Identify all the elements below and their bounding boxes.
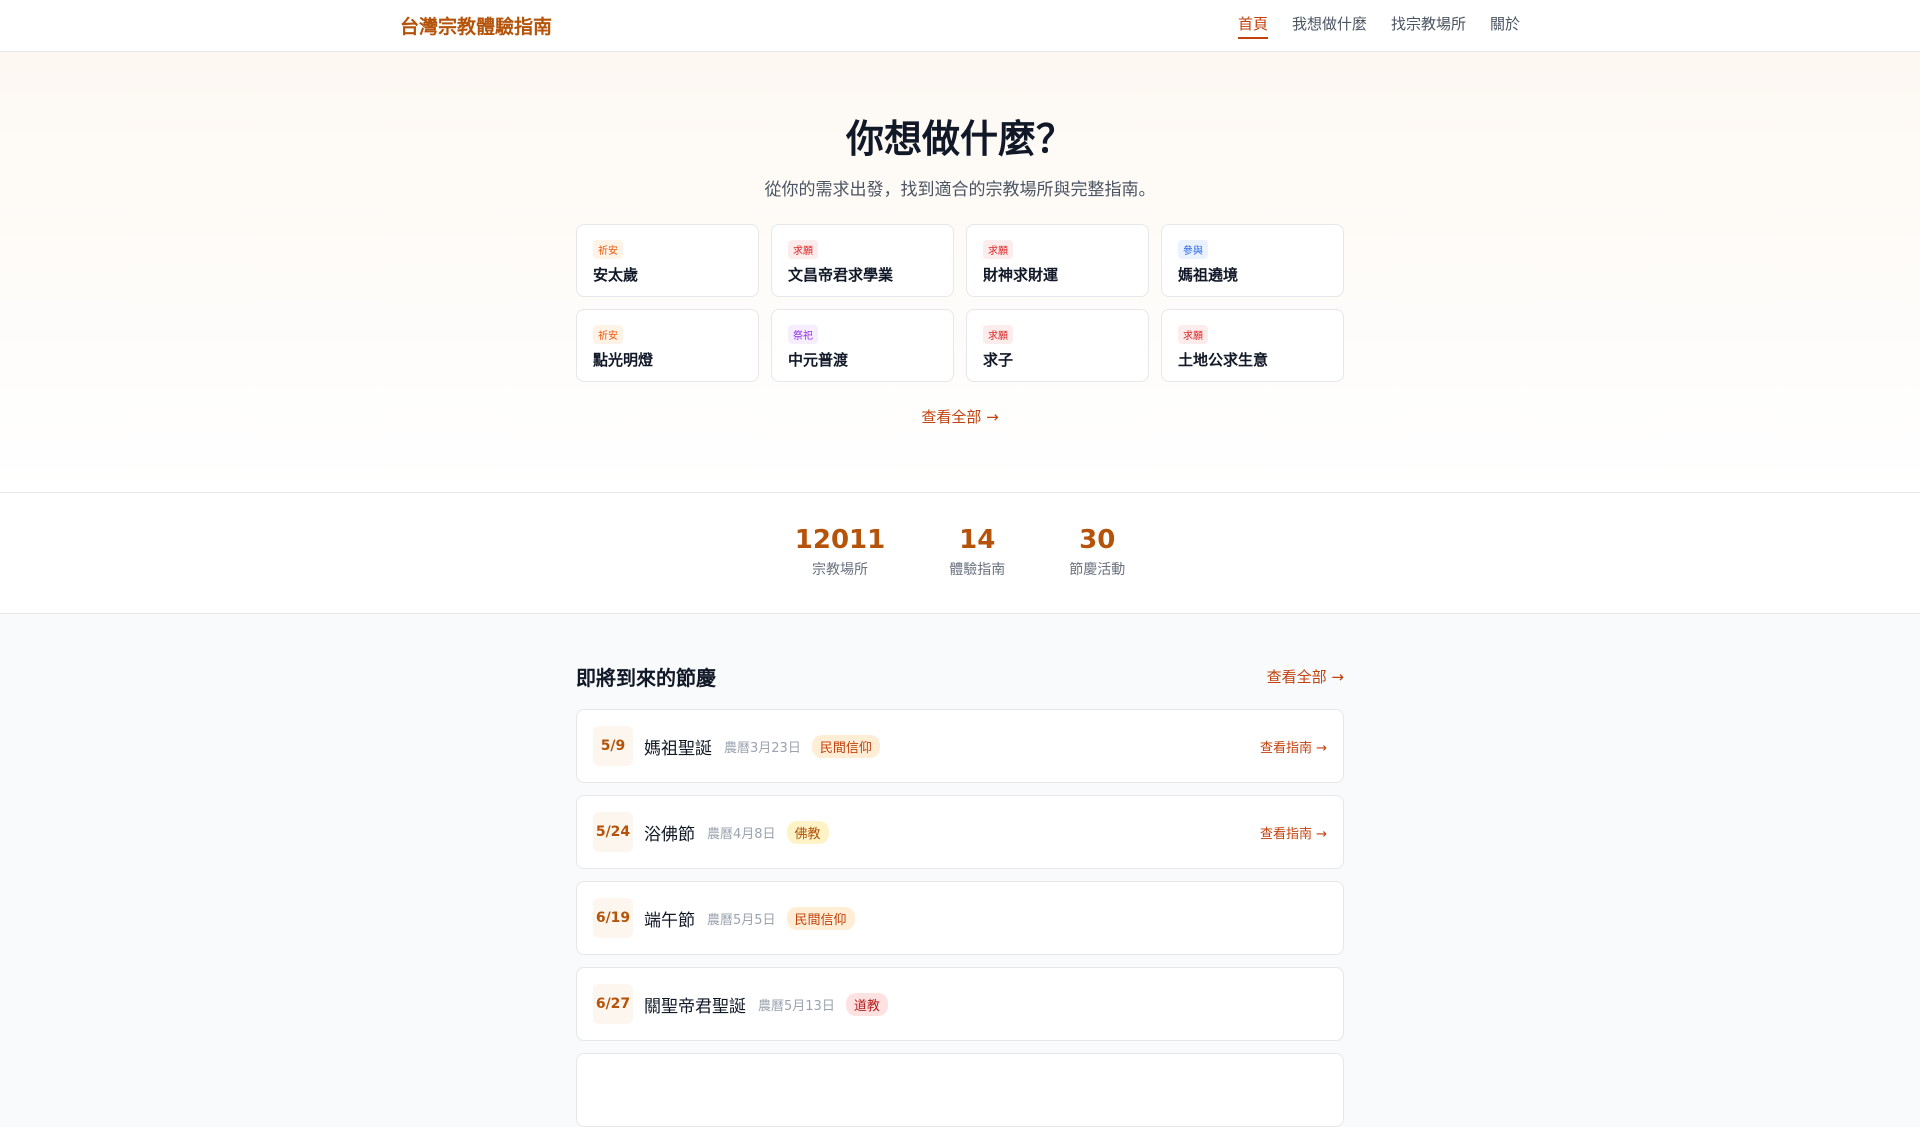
activity-title: 求子 [983, 351, 1014, 369]
activity-card[interactable]: 求願 文昌帝君求學業 [771, 224, 954, 297]
activity-tag: 祈安 [593, 240, 623, 259]
festival-date: 6/27 [593, 984, 633, 1024]
view-guide-link[interactable]: 查看指南 → [1260, 737, 1327, 756]
activity-tag: 求願 [788, 240, 818, 259]
activity-card[interactable]: 求願 求子 [966, 309, 1149, 382]
stat-label: 節慶活動 [1069, 562, 1126, 578]
activity-card[interactable]: 求願 財神求財運 [966, 224, 1149, 297]
page-subtitle: 從你的需求出發，找到適合的宗教場所與完整指南。 [764, 180, 1156, 200]
nav-about[interactable]: 關於 [1490, 13, 1520, 39]
stat-value: 12011 [794, 525, 886, 555]
festival-item[interactable]: 5/9 媽祖聖誕 農曆3月23日 民間信仰 查看指南 → [576, 709, 1344, 783]
stat-label: 體驗指南 [949, 562, 1006, 578]
activity-tag: 求願 [1178, 325, 1208, 344]
festival-name: 媽祖聖誕 [644, 738, 712, 759]
site-logo[interactable]: 台灣宗教體驗指南 [400, 12, 552, 39]
activity-tag: 參與 [1178, 240, 1208, 259]
activity-title: 文昌帝君求學業 [788, 266, 894, 284]
stat-item: 12011 宗教場所 [795, 525, 885, 613]
stat-value: 30 [1079, 525, 1116, 555]
festival-item[interactable]: 6/19 端午節 農曆5月5日 民間信仰 [576, 881, 1344, 955]
festival-item[interactable] [576, 1053, 1344, 1127]
festivals-section: 即將到來的節慶 查看全部 → 5/9 媽祖聖誕 農曆3月23日 民間信仰 查看指南 → 5… [576, 614, 1344, 1127]
activity-title: 財神求財運 [983, 266, 1059, 284]
stat-item: 30 節慶活動 [1069, 525, 1125, 613]
lunar-date: 農曆4月8日 [707, 826, 776, 842]
main-nav: 首頁 我想做什麼 找宗教場所 關於 [1237, 13, 1520, 39]
view-all-festivals-link[interactable]: 查看全部 → [1267, 666, 1344, 687]
stat-item: 14 體驗指南 [949, 525, 1005, 613]
religion-badge: 道教 [845, 992, 888, 1016]
festival-item[interactable]: 5/24 浴佛節 農曆4月8日 佛教 查看指南 → [576, 795, 1344, 869]
religion-badge: 民間信仰 [786, 906, 855, 930]
activity-title: 點光明燈 [593, 351, 654, 369]
activity-tag: 祭祀 [788, 325, 818, 344]
stats-section: 12011 宗教場所 14 體驗指南 30 節慶活動 [0, 493, 1920, 614]
festivals-heading: 即將到來的節慶 [576, 666, 716, 690]
activity-card[interactable]: 求願 土地公求生意 [1161, 309, 1344, 382]
lunar-date: 農曆3月23日 [724, 740, 801, 756]
nav-home[interactable]: 首頁 [1237, 13, 1268, 39]
festival-name: 浴佛節 [644, 824, 695, 845]
activity-tag: 求願 [983, 325, 1013, 344]
lunar-date: 農曆5月13日 [758, 998, 835, 1014]
festival-name: 端午節 [644, 910, 695, 931]
festival-item[interactable]: 6/27 關聖帝君聖誕 農曆5月13日 道教 [576, 967, 1344, 1041]
religion-badge: 民間信仰 [811, 734, 880, 758]
hero-section: 你想做什麼？ 從你的需求出發，找到適合的宗教場所與完整指南。 祈安 安太歲 求願 文昌… [0, 52, 1920, 493]
activity-card[interactable]: 祈安 安太歲 [576, 224, 759, 297]
religion-badge: 佛教 [786, 820, 829, 844]
activity-card[interactable]: 祭祀 中元普渡 [771, 309, 954, 382]
stat-value: 14 [959, 525, 996, 555]
activity-card[interactable]: 祈安 點光明燈 [576, 309, 759, 382]
view-all-activities-link[interactable]: 查看全部 → [921, 406, 998, 427]
stat-label: 宗教場所 [812, 562, 868, 578]
page-title: 你想做什麼？ [845, 117, 1074, 161]
view-guide-link[interactable]: 查看指南 → [1260, 823, 1327, 842]
festival-name: 關聖帝君聖誕 [644, 996, 746, 1017]
activity-title: 中元普渡 [788, 351, 849, 369]
festival-date: 5/24 [593, 812, 633, 852]
activity-title: 土地公求生意 [1178, 351, 1269, 369]
lunar-date: 農曆5月5日 [707, 912, 776, 928]
activity-grid: 祈安 安太歲 求願 文昌帝君求學業 求願 財神求財運 參與 媽祖遶境 祈安 點光明燈 祭祀 中元普渡求… [576, 224, 1344, 382]
activity-tag: 祈安 [593, 325, 623, 344]
festival-list: 5/9 媽祖聖誕 農曆3月23日 民間信仰 查看指南 → 5/24 浴佛節 農曆4月8日 佛教查… [576, 709, 1344, 1127]
festival-date: 6/19 [593, 898, 633, 938]
activity-title: 媽祖遶境 [1178, 266, 1239, 284]
activity-title: 安太歲 [593, 266, 639, 284]
header: 台灣宗教體驗指南 首頁 我想做什麼 找宗教場所 關於 [0, 0, 1920, 52]
activity-tag: 求願 [983, 240, 1013, 259]
nav-what-to-do[interactable]: 我想做什麼 [1292, 13, 1367, 39]
activity-card[interactable]: 參與 媽祖遶境 [1161, 224, 1344, 297]
festival-date: 5/9 [593, 726, 633, 766]
nav-find-places[interactable]: 找宗教場所 [1391, 13, 1466, 39]
